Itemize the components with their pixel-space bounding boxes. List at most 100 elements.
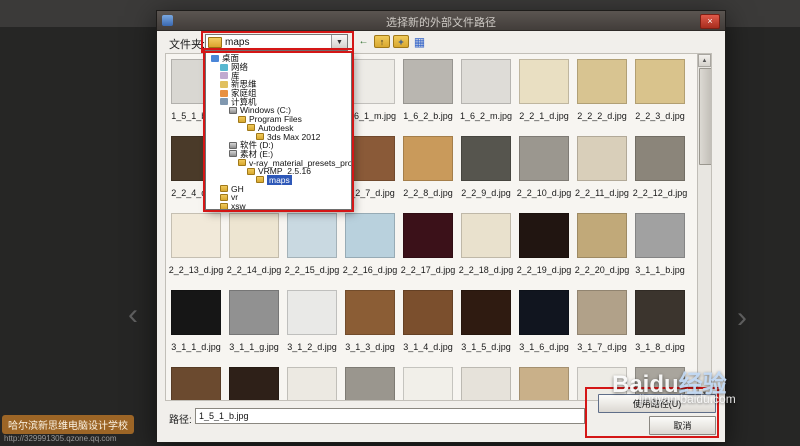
- thumbnail-filename: 2_2_20_d.jpg: [575, 265, 630, 275]
- thumbnail-3_1_8_d.jpg[interactable]: 3_1_8_d.jpg: [631, 290, 689, 367]
- thumbnail-partial[interactable]: [283, 367, 341, 401]
- tree-item[interactable]: 桌面: [206, 54, 351, 63]
- thumbnail-3_1_5_d.jpg[interactable]: 3_1_5_d.jpg: [457, 290, 515, 367]
- carousel-next-icon[interactable]: ›: [737, 303, 747, 333]
- tree-item[interactable]: 3ds Max 2012: [206, 132, 351, 141]
- tree-item[interactable]: 软件 (D:): [206, 141, 351, 150]
- thumbnail-image: [287, 290, 337, 335]
- thumbnail-2_2_15_d.jpg[interactable]: 2_2_15_d.jpg: [283, 213, 341, 290]
- drive-icon: [229, 150, 237, 157]
- thumbnail-3_1_7_d.jpg[interactable]: 3_1_7_d.jpg: [573, 290, 631, 367]
- tree-item-maps-selected[interactable]: maps: [206, 176, 351, 185]
- thumbnail-2_2_20_d.jpg[interactable]: 2_2_20_d.jpg: [573, 213, 631, 290]
- tree-item[interactable]: vr: [206, 193, 351, 202]
- thumbnail-3_1_2_d.jpg[interactable]: 3_1_2_d.jpg: [283, 290, 341, 367]
- thumbnail-2_2_2_d.jpg[interactable]: 2_2_2_d.jpg: [573, 59, 631, 136]
- thumbnail-2_2_10_d.jpg[interactable]: 2_2_10_d.jpg: [515, 136, 573, 213]
- thumbnail-2_2_11_d.jpg[interactable]: 2_2_11_d.jpg: [573, 136, 631, 213]
- baidu-jingyan-url: jingyan.baidu.com: [639, 392, 736, 406]
- thumbnail-3_1_6_d.jpg[interactable]: 3_1_6_d.jpg: [515, 290, 573, 367]
- thumbnail-filename: 2_2_14_d.jpg: [227, 265, 282, 275]
- thumbnail-partial[interactable]: [167, 367, 225, 401]
- folder-icon: [247, 168, 255, 175]
- thumbnail-image: [171, 213, 221, 258]
- tree-item[interactable]: 库: [206, 71, 351, 80]
- thumbnail-2_2_18_d.jpg[interactable]: 2_2_18_d.jpg: [457, 213, 515, 290]
- scrollbar-thumb[interactable]: [699, 68, 712, 165]
- new-folder-icon[interactable]: +: [393, 35, 409, 48]
- thumbnail-2_2_3_d.jpg[interactable]: 2_2_3_d.jpg: [631, 59, 689, 136]
- thumbnail-image: [403, 290, 453, 335]
- drive-icon: [229, 142, 237, 149]
- tree-item[interactable]: GH: [206, 184, 351, 193]
- thumbnail-image: [345, 290, 395, 335]
- thumbnail-filename: 3_1_5_d.jpg: [461, 342, 511, 352]
- folder-icon: [256, 176, 264, 183]
- tree-item-label: maps: [267, 175, 292, 185]
- up-folder-icon[interactable]: ↑: [374, 35, 390, 48]
- tree-item[interactable]: 网络: [206, 63, 351, 72]
- thumbnail-filename: 3_1_6_d.jpg: [519, 342, 569, 352]
- thumbnail-3_1_4_d.jpg[interactable]: 3_1_4_d.jpg: [399, 290, 457, 367]
- thumbnail-image: [229, 290, 279, 335]
- network-icon: [220, 64, 228, 71]
- thumbnail-1_6_2_m.jpg[interactable]: 1_6_2_m.jpg: [457, 59, 515, 136]
- combobox-dropdown-button[interactable]: ▼: [331, 35, 347, 50]
- thumbnail-partial[interactable]: [341, 367, 399, 401]
- thumbnail-2_2_14_d.jpg[interactable]: 2_2_14_d.jpg: [225, 213, 283, 290]
- cancel-button[interactable]: 取消: [649, 416, 716, 435]
- thumbnail-3_1_1_g.jpg[interactable]: 3_1_1_g.jpg: [225, 290, 283, 367]
- thumbnail-2_2_19_d.jpg[interactable]: 2_2_19_d.jpg: [515, 213, 573, 290]
- folder-icon: [238, 116, 246, 123]
- vertical-scrollbar[interactable]: ▲ ▼: [697, 54, 711, 400]
- thumbnail-2_2_8_d.jpg[interactable]: 2_2_8_d.jpg: [399, 136, 457, 213]
- thumbnail-filename: 2_2_18_d.jpg: [459, 265, 514, 275]
- path-input[interactable]: [195, 408, 585, 424]
- tree-item[interactable]: 新思维: [206, 80, 351, 89]
- thumbnail-partial[interactable]: [457, 367, 515, 401]
- thumbnail-2_2_17_d.jpg[interactable]: 2_2_17_d.jpg: [399, 213, 457, 290]
- thumbnail-2_2_1_d.jpg[interactable]: 2_2_1_d.jpg: [515, 59, 573, 136]
- thumbnail-filename: 2_2_15_d.jpg: [285, 265, 340, 275]
- thumbnail-image: [403, 59, 453, 104]
- thumbnail-2_2_12_d.jpg[interactable]: 2_2_12_d.jpg: [631, 136, 689, 213]
- desktop-icon: [211, 55, 219, 62]
- thumbnail-image: [403, 136, 453, 181]
- thumbnail-image: [287, 367, 337, 401]
- thumbnail-filename: 3_1_1_b.jpg: [635, 265, 685, 275]
- tree-item[interactable]: 家庭组: [206, 89, 351, 98]
- thumbnail-2_2_9_d.jpg[interactable]: 2_2_9_d.jpg: [457, 136, 515, 213]
- thumbnail-filename: 2_2_1_d.jpg: [519, 111, 569, 121]
- thumbnail-2_2_16_d.jpg[interactable]: 2_2_16_d.jpg: [341, 213, 399, 290]
- thumbnail-2_2_13_d.jpg[interactable]: 2_2_13_d.jpg: [167, 213, 225, 290]
- thumbnail-filename: 2_2_12_d.jpg: [633, 188, 688, 198]
- tree-item[interactable]: xsw: [206, 202, 351, 210]
- thumbnail-partial[interactable]: [399, 367, 457, 401]
- dialog-title: 选择新的外部文件路径: [157, 14, 725, 30]
- thumbnail-image: [461, 213, 511, 258]
- thumbnail-filename: 2_2_3_d.jpg: [635, 111, 685, 121]
- thumbnail-3_1_1_b.jpg[interactable]: 3_1_1_b.jpg: [631, 213, 689, 290]
- thumbnail-image: [519, 213, 569, 258]
- thumbnail-partial[interactable]: [515, 367, 573, 401]
- view-menu-icon[interactable]: ▦: [412, 34, 427, 49]
- thumbnail-image: [461, 59, 511, 104]
- thumbnail-3_1_3_d.jpg[interactable]: 3_1_3_d.jpg: [341, 290, 399, 367]
- dialog-toolbar: ←↑+▦: [356, 34, 427, 49]
- thumbnail-image: [461, 290, 511, 335]
- thumbnail-partial[interactable]: [225, 367, 283, 401]
- folder-icon: [220, 203, 228, 210]
- back-icon[interactable]: ←: [356, 34, 371, 49]
- thumbnail-image: [171, 367, 221, 401]
- close-button[interactable]: ×: [700, 14, 720, 29]
- scroll-up-icon[interactable]: ▲: [698, 54, 711, 67]
- thumbnail-filename: 3_1_7_d.jpg: [577, 342, 627, 352]
- folder-combobox[interactable]: maps ▼: [205, 34, 348, 51]
- thumbnail-filename: 3_1_3_d.jpg: [345, 342, 395, 352]
- carousel-prev-icon[interactable]: ‹: [128, 300, 138, 330]
- folder-combobox-value: maps: [225, 37, 249, 48]
- dialog-titlebar[interactable]: 选择新的外部文件路径 ×: [157, 11, 725, 31]
- thumbnail-3_1_1_d.jpg[interactable]: 3_1_1_d.jpg: [167, 290, 225, 367]
- thumbnail-image: [577, 59, 627, 104]
- thumbnail-1_6_2_b.jpg[interactable]: 1_6_2_b.jpg: [399, 59, 457, 136]
